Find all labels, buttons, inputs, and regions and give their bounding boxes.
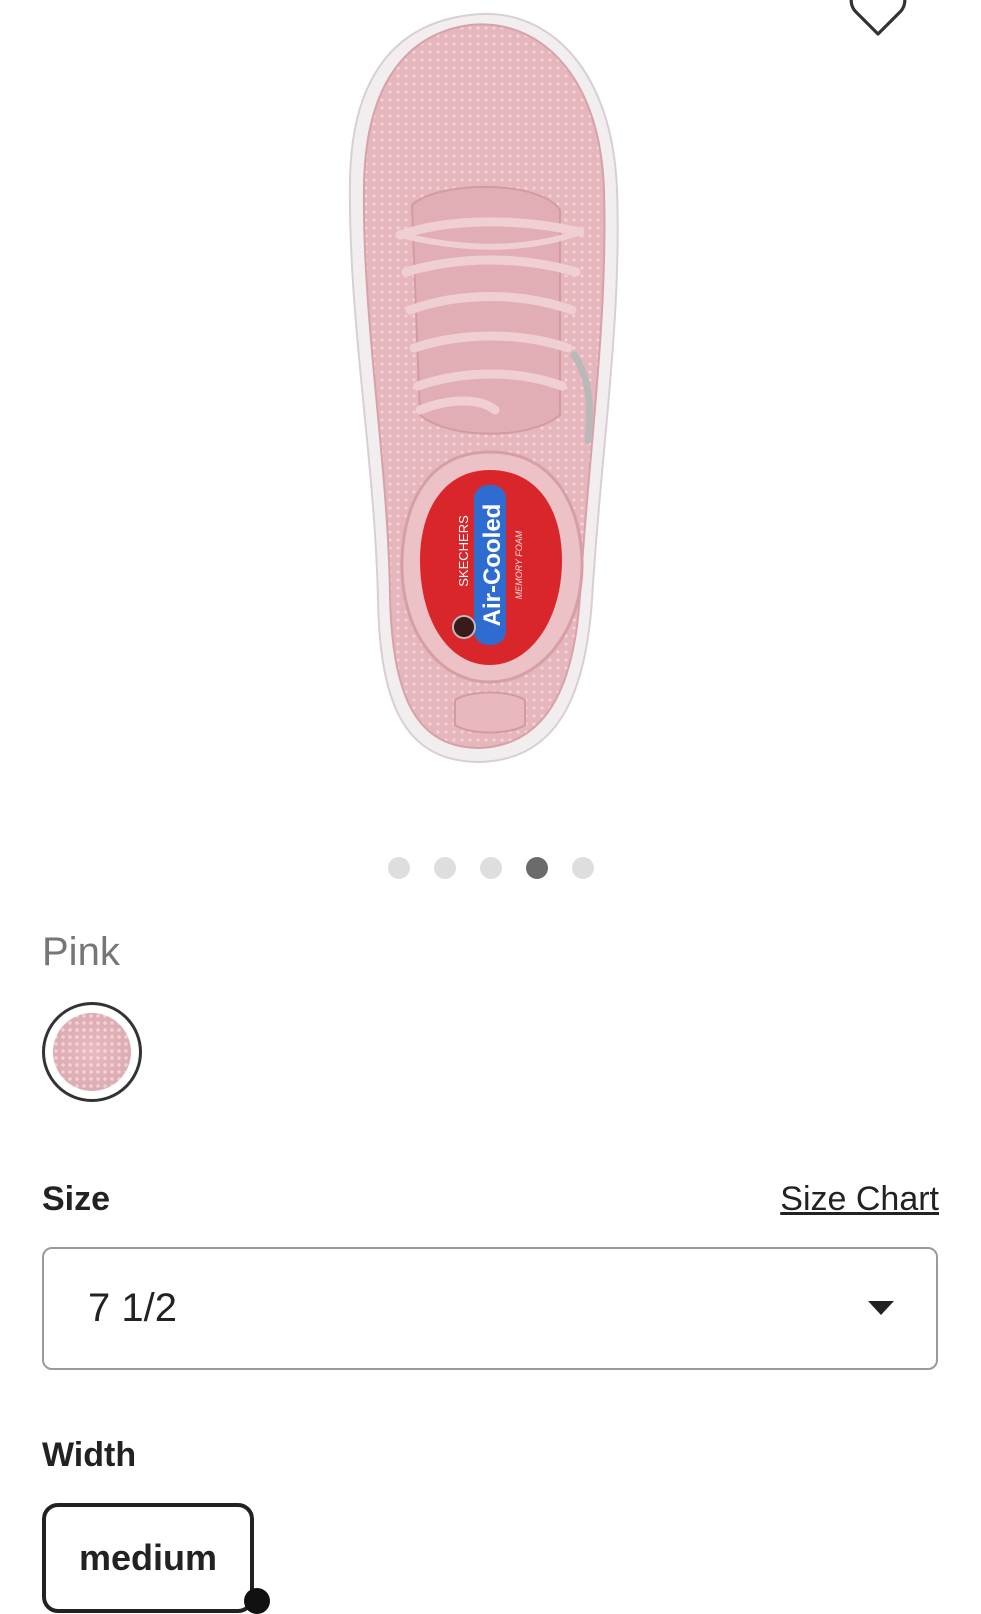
carousel-dot[interactable] xyxy=(571,857,594,879)
size-select[interactable]: 7 1/2 xyxy=(42,1247,938,1370)
color-swatch-image xyxy=(53,1013,131,1091)
favorite-button[interactable] xyxy=(846,0,910,42)
selected-color-name: Pink xyxy=(42,930,120,974)
carousel-dot[interactable] xyxy=(479,857,502,879)
color-swatch-pink[interactable] xyxy=(42,1002,142,1102)
product-image[interactable]: Air-Cooled SKECHERS MEMORY FOAM xyxy=(330,0,650,790)
width-label: Width xyxy=(42,1436,137,1474)
carousel-dot[interactable] xyxy=(387,857,410,879)
selected-indicator-icon xyxy=(244,1588,270,1614)
size-label: Size xyxy=(42,1180,111,1218)
insole-brand-text: SKECHERS xyxy=(456,515,471,587)
width-option-label: medium xyxy=(78,1537,218,1578)
carousel-dot-active[interactable] xyxy=(525,857,548,879)
carousel-dots xyxy=(0,857,981,879)
caret-down-icon xyxy=(868,1300,894,1315)
carousel-dot[interactable] xyxy=(433,857,456,879)
insole-sub-text: MEMORY FOAM xyxy=(514,530,524,599)
insole-tech-text: Air-Cooled xyxy=(479,504,506,627)
heart-outline-icon xyxy=(849,0,907,36)
size-selected-value: 7 1/2 xyxy=(88,1286,177,1330)
width-option-medium[interactable]: medium xyxy=(42,1503,254,1613)
size-chart-link[interactable]: Size Chart xyxy=(780,1180,939,1219)
